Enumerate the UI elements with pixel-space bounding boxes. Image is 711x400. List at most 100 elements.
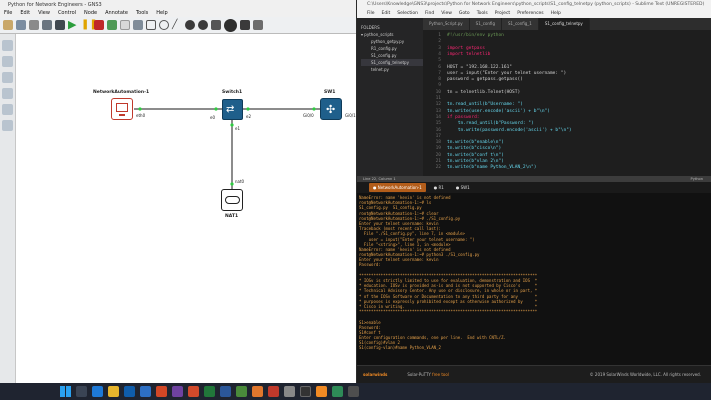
switch-category-icon[interactable] bbox=[2, 56, 13, 67]
note-icon[interactable] bbox=[120, 20, 130, 30]
file-item[interactable]: S1_config.py bbox=[361, 52, 423, 59]
reload-icon[interactable] bbox=[107, 20, 117, 30]
menu-help[interactable]: Help bbox=[156, 10, 167, 17]
menu-edit[interactable]: Edit bbox=[20, 10, 30, 17]
code-line[interactable]: import telnetlib bbox=[447, 52, 490, 57]
mail-icon[interactable] bbox=[140, 386, 151, 397]
open-folder-icon[interactable] bbox=[3, 20, 13, 30]
menu-file[interactable]: File bbox=[4, 10, 12, 17]
code-line[interactable]: tn.write(b"conf t\n") bbox=[447, 153, 504, 158]
file-item-active[interactable]: S1_config_telnetpy bbox=[361, 59, 423, 66]
ed-menu-find[interactable]: Find bbox=[425, 11, 434, 18]
code-line[interactable]: #!/usr/bin/env python bbox=[447, 33, 504, 38]
word-icon[interactable] bbox=[220, 386, 231, 397]
editor-tab-active[interactable]: S1_config_telnetpy bbox=[538, 18, 590, 30]
gns3-icon[interactable] bbox=[332, 386, 343, 397]
folder-root[interactable]: ▾ python_scripts bbox=[361, 31, 423, 38]
menu-control[interactable]: Control bbox=[58, 10, 76, 17]
code-line[interactable]: tn.write(b"vlan 2\n") bbox=[447, 159, 504, 164]
navigate-icon[interactable] bbox=[224, 18, 237, 32]
code-editor[interactable]: 1 #!/usr/bin/env python 2 3 import getpass 4 i… bbox=[423, 30, 711, 176]
file-item[interactable]: python_getpy.py bbox=[361, 38, 423, 45]
screenshot-icon[interactable] bbox=[211, 20, 221, 30]
router-node[interactable]: ✣ bbox=[320, 98, 342, 120]
file-item[interactable]: R1_config.py bbox=[361, 45, 423, 52]
close-icon[interactable] bbox=[253, 20, 263, 30]
file-item[interactable]: telnet.py bbox=[361, 66, 423, 73]
router-category-icon[interactable] bbox=[2, 40, 13, 51]
line-icon[interactable]: ╱ bbox=[172, 20, 182, 30]
editor-tab[interactable]: Python_Script.py bbox=[423, 18, 470, 30]
app-icon[interactable] bbox=[284, 386, 295, 397]
edge-icon[interactable] bbox=[92, 386, 103, 397]
menu-tools[interactable]: Tools bbox=[136, 10, 148, 17]
terminal-app-icon[interactable] bbox=[300, 386, 311, 397]
end-device-category-icon[interactable] bbox=[2, 72, 13, 83]
all-devices-icon[interactable] bbox=[2, 104, 13, 115]
zoom-out-icon[interactable] bbox=[198, 20, 208, 30]
ed-menu-goto[interactable]: Goto bbox=[459, 11, 470, 18]
ed-menu-file[interactable]: File bbox=[367, 11, 375, 18]
code-line[interactable]: tn.write(b"enable\n") bbox=[447, 140, 504, 145]
layout-icon[interactable] bbox=[240, 20, 250, 30]
code-line[interactable]: tn.write(password.encode('ascii') + b"\n… bbox=[447, 128, 572, 133]
ed-menu-help[interactable]: Help bbox=[551, 11, 561, 18]
ed-menu-view[interactable]: View bbox=[441, 11, 452, 18]
app-icon[interactable] bbox=[268, 386, 279, 397]
ed-menu-project[interactable]: Project bbox=[495, 11, 510, 18]
menu-view[interactable]: View bbox=[38, 10, 50, 17]
search-icon[interactable] bbox=[76, 386, 87, 397]
menu-annotate[interactable]: Annotate bbox=[105, 10, 128, 17]
pc-node[interactable] bbox=[111, 98, 133, 120]
code-line[interactable]: tn.write(b"cisco\n") bbox=[447, 146, 501, 151]
editor-tab[interactable]: S1_config_1 bbox=[501, 18, 539, 30]
ellipse-icon[interactable] bbox=[159, 20, 169, 30]
ed-menu-edit[interactable]: Edit bbox=[382, 11, 391, 18]
nat-node[interactable] bbox=[221, 189, 243, 211]
powerpoint-icon[interactable] bbox=[188, 386, 199, 397]
start-play-icon[interactable]: ▶ bbox=[68, 19, 78, 30]
code-line[interactable]: tn.read_until(b"Username: ") bbox=[447, 102, 523, 107]
office-icon[interactable] bbox=[156, 386, 167, 397]
topology-canvas[interactable]: NetworkAutomation-1 eth0 Switch1 ⇄ e0 e2… bbox=[17, 34, 356, 383]
store-icon[interactable] bbox=[124, 386, 135, 397]
snapshot-icon[interactable] bbox=[29, 20, 39, 30]
add-link-icon[interactable] bbox=[2, 120, 13, 131]
ed-menu-selection[interactable]: Selection bbox=[397, 11, 418, 18]
code-line[interactable]: tn.write(user.encode('ascii') + b"\n") bbox=[447, 109, 550, 114]
terminal-tab[interactable]: ● R1 bbox=[430, 183, 448, 192]
code-line[interactable]: tn.read_until(b"Password: ") bbox=[447, 121, 534, 126]
image-icon[interactable] bbox=[133, 20, 143, 30]
terminal-icon[interactable] bbox=[55, 20, 65, 30]
sublime-icon[interactable] bbox=[348, 386, 359, 397]
terminal-tab-active[interactable]: ● NetworkAutomation-1 bbox=[369, 183, 426, 192]
save-icon[interactable] bbox=[16, 20, 26, 30]
solar-putty-icon[interactable] bbox=[316, 386, 327, 397]
notepad-icon[interactable] bbox=[236, 386, 247, 397]
excel-icon[interactable] bbox=[204, 386, 215, 397]
vlc-icon[interactable] bbox=[252, 386, 263, 397]
code-line[interactable]: tn = telnetlib.Telnet(HOST) bbox=[447, 90, 520, 95]
code-line[interactable]: import getpass bbox=[447, 46, 485, 51]
clock-icon[interactable] bbox=[42, 20, 52, 30]
ed-menu-tools[interactable]: Tools bbox=[477, 11, 488, 18]
terminal-output[interactable]: NameError: name 'kevin' is not defined ro… bbox=[357, 193, 711, 365]
ed-menu-preferences[interactable]: Preferences bbox=[517, 11, 543, 18]
zoom-in-icon[interactable] bbox=[185, 20, 195, 30]
stop-icon[interactable] bbox=[94, 20, 104, 30]
terminal-tab[interactable]: ● SW1 bbox=[452, 183, 474, 192]
code-line[interactable]: tn.write(b"name Python_VLAN_2\n") bbox=[447, 165, 536, 170]
pause-icon[interactable]: ❚❚ bbox=[81, 20, 98, 30]
menu-node[interactable]: Node bbox=[84, 10, 97, 17]
editor-tab[interactable]: S1_config bbox=[469, 18, 502, 30]
file-explorer-icon[interactable] bbox=[108, 386, 119, 397]
switch-node[interactable]: ⇄ bbox=[222, 99, 243, 120]
rectangle-icon[interactable] bbox=[146, 20, 156, 30]
start-icon[interactable] bbox=[60, 386, 71, 397]
code-line[interactable]: password = getpass.getpass() bbox=[447, 77, 523, 82]
code-line[interactable]: HOST = "192.168.122.161" bbox=[447, 65, 512, 70]
code-line[interactable]: if password: bbox=[447, 115, 480, 120]
onenote-icon[interactable] bbox=[172, 386, 183, 397]
security-category-icon[interactable] bbox=[2, 88, 13, 99]
code-line[interactable]: user = input("Enter your telnet username… bbox=[447, 71, 566, 76]
